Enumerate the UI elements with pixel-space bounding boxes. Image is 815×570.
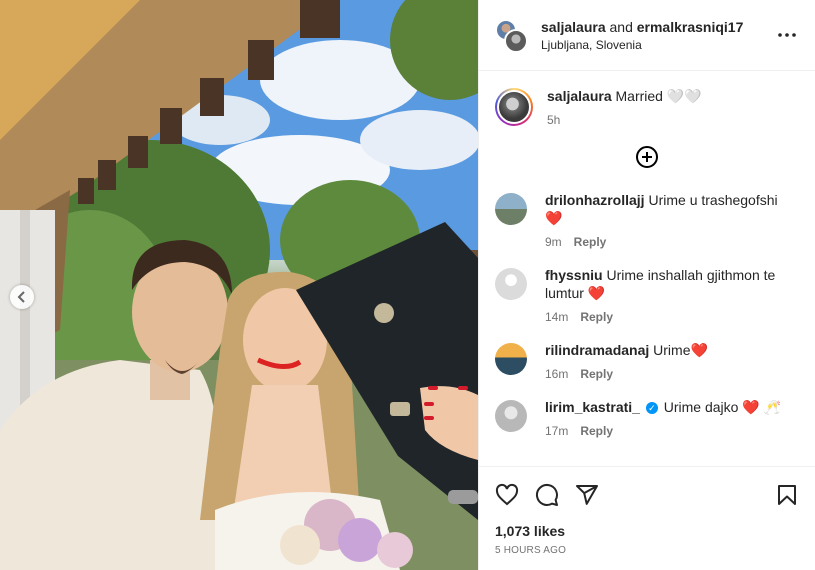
- comment-content: Urime u trashegofshi: [648, 192, 778, 208]
- instagram-post: saljalaura and ermalkrasniqi17 Ljubljana…: [0, 0, 815, 570]
- wedding-photo-scene: [0, 0, 478, 570]
- story-ring-avatar[interactable]: [495, 88, 533, 126]
- heart-emoji: ❤️ 🥂: [742, 399, 782, 415]
- username-link[interactable]: drilonhazrollajj: [545, 192, 645, 208]
- comment-meta: 14m Reply: [545, 310, 793, 324]
- action-icons: [495, 481, 799, 509]
- timestamp[interactable]: 9m: [545, 235, 562, 249]
- heart-emoji: ❤️: [545, 210, 563, 226]
- caption-body: saljalaura Married 🤍🤍 5h: [547, 87, 702, 127]
- comment-meta: 17m Reply: [545, 424, 793, 438]
- caption-meta: 5h: [547, 113, 702, 127]
- likes-count[interactable]: 1,073 likes: [495, 523, 799, 539]
- comment-text: lirim_kastrati_ ✓ Urime dajko ❤️ 🥂: [545, 398, 793, 416]
- verified-badge-icon: ✓: [645, 402, 658, 415]
- comment-body: lirim_kastrati_ ✓ Urime dajko ❤️ 🥂 17m Re…: [545, 398, 799, 438]
- avatar[interactable]: [504, 29, 528, 53]
- reply-button[interactable]: Reply: [580, 310, 613, 324]
- comment-body: fhyssniu Urime inshallah gjithmon te lum…: [545, 266, 799, 324]
- comment-content: Urime: [653, 342, 691, 358]
- chevron-left-icon: [17, 291, 25, 303]
- previous-slide-button[interactable]: [10, 285, 34, 309]
- load-more-button[interactable]: [635, 145, 659, 169]
- username-link[interactable]: ermalkrasniqi17: [637, 19, 744, 35]
- plus-circle-icon: [636, 146, 658, 168]
- comment-meta: 16m Reply: [545, 367, 793, 381]
- like-button[interactable]: [495, 483, 519, 507]
- username-link[interactable]: rilindramadanaj: [545, 342, 649, 358]
- reply-button[interactable]: Reply: [580, 424, 613, 438]
- location-link[interactable]: Ljubljana, Slovenia: [541, 38, 775, 52]
- timestamp[interactable]: 17m: [545, 424, 568, 438]
- collab-usernames: saljalaura and ermalkrasniqi17: [541, 19, 775, 35]
- timestamp[interactable]: 5h: [547, 113, 560, 127]
- comment-text: drilonhazrollajj Urime u trashegofshi ❤️: [545, 191, 793, 227]
- comment-meta: 9m Reply: [545, 235, 793, 249]
- username-link[interactable]: fhyssniu: [545, 267, 603, 283]
- comment-item: drilonhazrollajj Urime u trashegofshi❤️ …: [495, 191, 799, 249]
- comment-item: lirim_kastrati_ ✓ Urime dajko ❤️ 🥂 17m Re…: [495, 398, 799, 438]
- avatar: [497, 90, 531, 124]
- caption-content: Married 🤍🤍: [615, 88, 702, 104]
- avatar[interactable]: [495, 268, 527, 300]
- post-caption: saljalaura Married 🤍🤍 5h: [495, 87, 799, 127]
- avatar[interactable]: [495, 193, 527, 225]
- comment-text: rilindramadanaj Urime❤️: [545, 341, 793, 359]
- comment-icon: [535, 483, 558, 506]
- heart-emoji: ❤️: [690, 342, 708, 358]
- bookmark-icon: [778, 485, 796, 505]
- heart-emoji: ❤️: [587, 285, 606, 301]
- heart-icon: [495, 483, 519, 506]
- load-more-comments: [495, 145, 799, 169]
- more-horizontal-icon: [778, 33, 796, 37]
- comment-item: rilindramadanaj Urime❤️ 16m Reply: [495, 341, 799, 381]
- share-button[interactable]: [575, 483, 599, 507]
- share-icon: [576, 485, 598, 505]
- comments-list[interactable]: saljalaura Married 🤍🤍 5h drilonhazrollaj…: [479, 71, 815, 466]
- post-actions: 1,073 likes 5 HOURS AGO: [479, 466, 815, 556]
- comment-body: rilindramadanaj Urime❤️ 16m Reply: [545, 341, 799, 381]
- more-options-button[interactable]: [775, 23, 799, 47]
- username-link[interactable]: saljalaura: [547, 88, 612, 104]
- post-photo[interactable]: [0, 0, 478, 570]
- header-text: saljalaura and ermalkrasniqi17 Ljubljana…: [541, 19, 775, 52]
- comment-text: fhyssniu Urime inshallah gjithmon te lum…: [545, 266, 793, 302]
- reply-button[interactable]: Reply: [574, 235, 607, 249]
- and-text: and: [605, 18, 637, 35]
- save-button[interactable]: [775, 483, 799, 507]
- avatar[interactable]: [495, 343, 527, 375]
- comment-item: fhyssniu Urime inshallah gjithmon te lum…: [495, 266, 799, 324]
- username-link[interactable]: saljalaura: [541, 19, 606, 35]
- comment-button[interactable]: [535, 483, 559, 507]
- username-link[interactable]: lirim_kastrati_: [545, 399, 640, 415]
- post-sidebar: saljalaura and ermalkrasniqi17 Ljubljana…: [478, 0, 815, 570]
- caption-text: saljalaura Married 🤍🤍: [547, 87, 702, 105]
- comment-body: drilonhazrollajj Urime u trashegofshi❤️ …: [545, 191, 799, 249]
- comment-content: Urime dajko: [663, 399, 739, 415]
- reply-button[interactable]: Reply: [580, 367, 613, 381]
- collab-avatars[interactable]: [495, 19, 528, 53]
- avatar[interactable]: [495, 400, 527, 432]
- timestamp[interactable]: 14m: [545, 310, 568, 324]
- timestamp[interactable]: 16m: [545, 367, 568, 381]
- post-header: saljalaura and ermalkrasniqi17 Ljubljana…: [479, 0, 815, 71]
- post-timestamp[interactable]: 5 HOURS AGO: [495, 545, 799, 556]
